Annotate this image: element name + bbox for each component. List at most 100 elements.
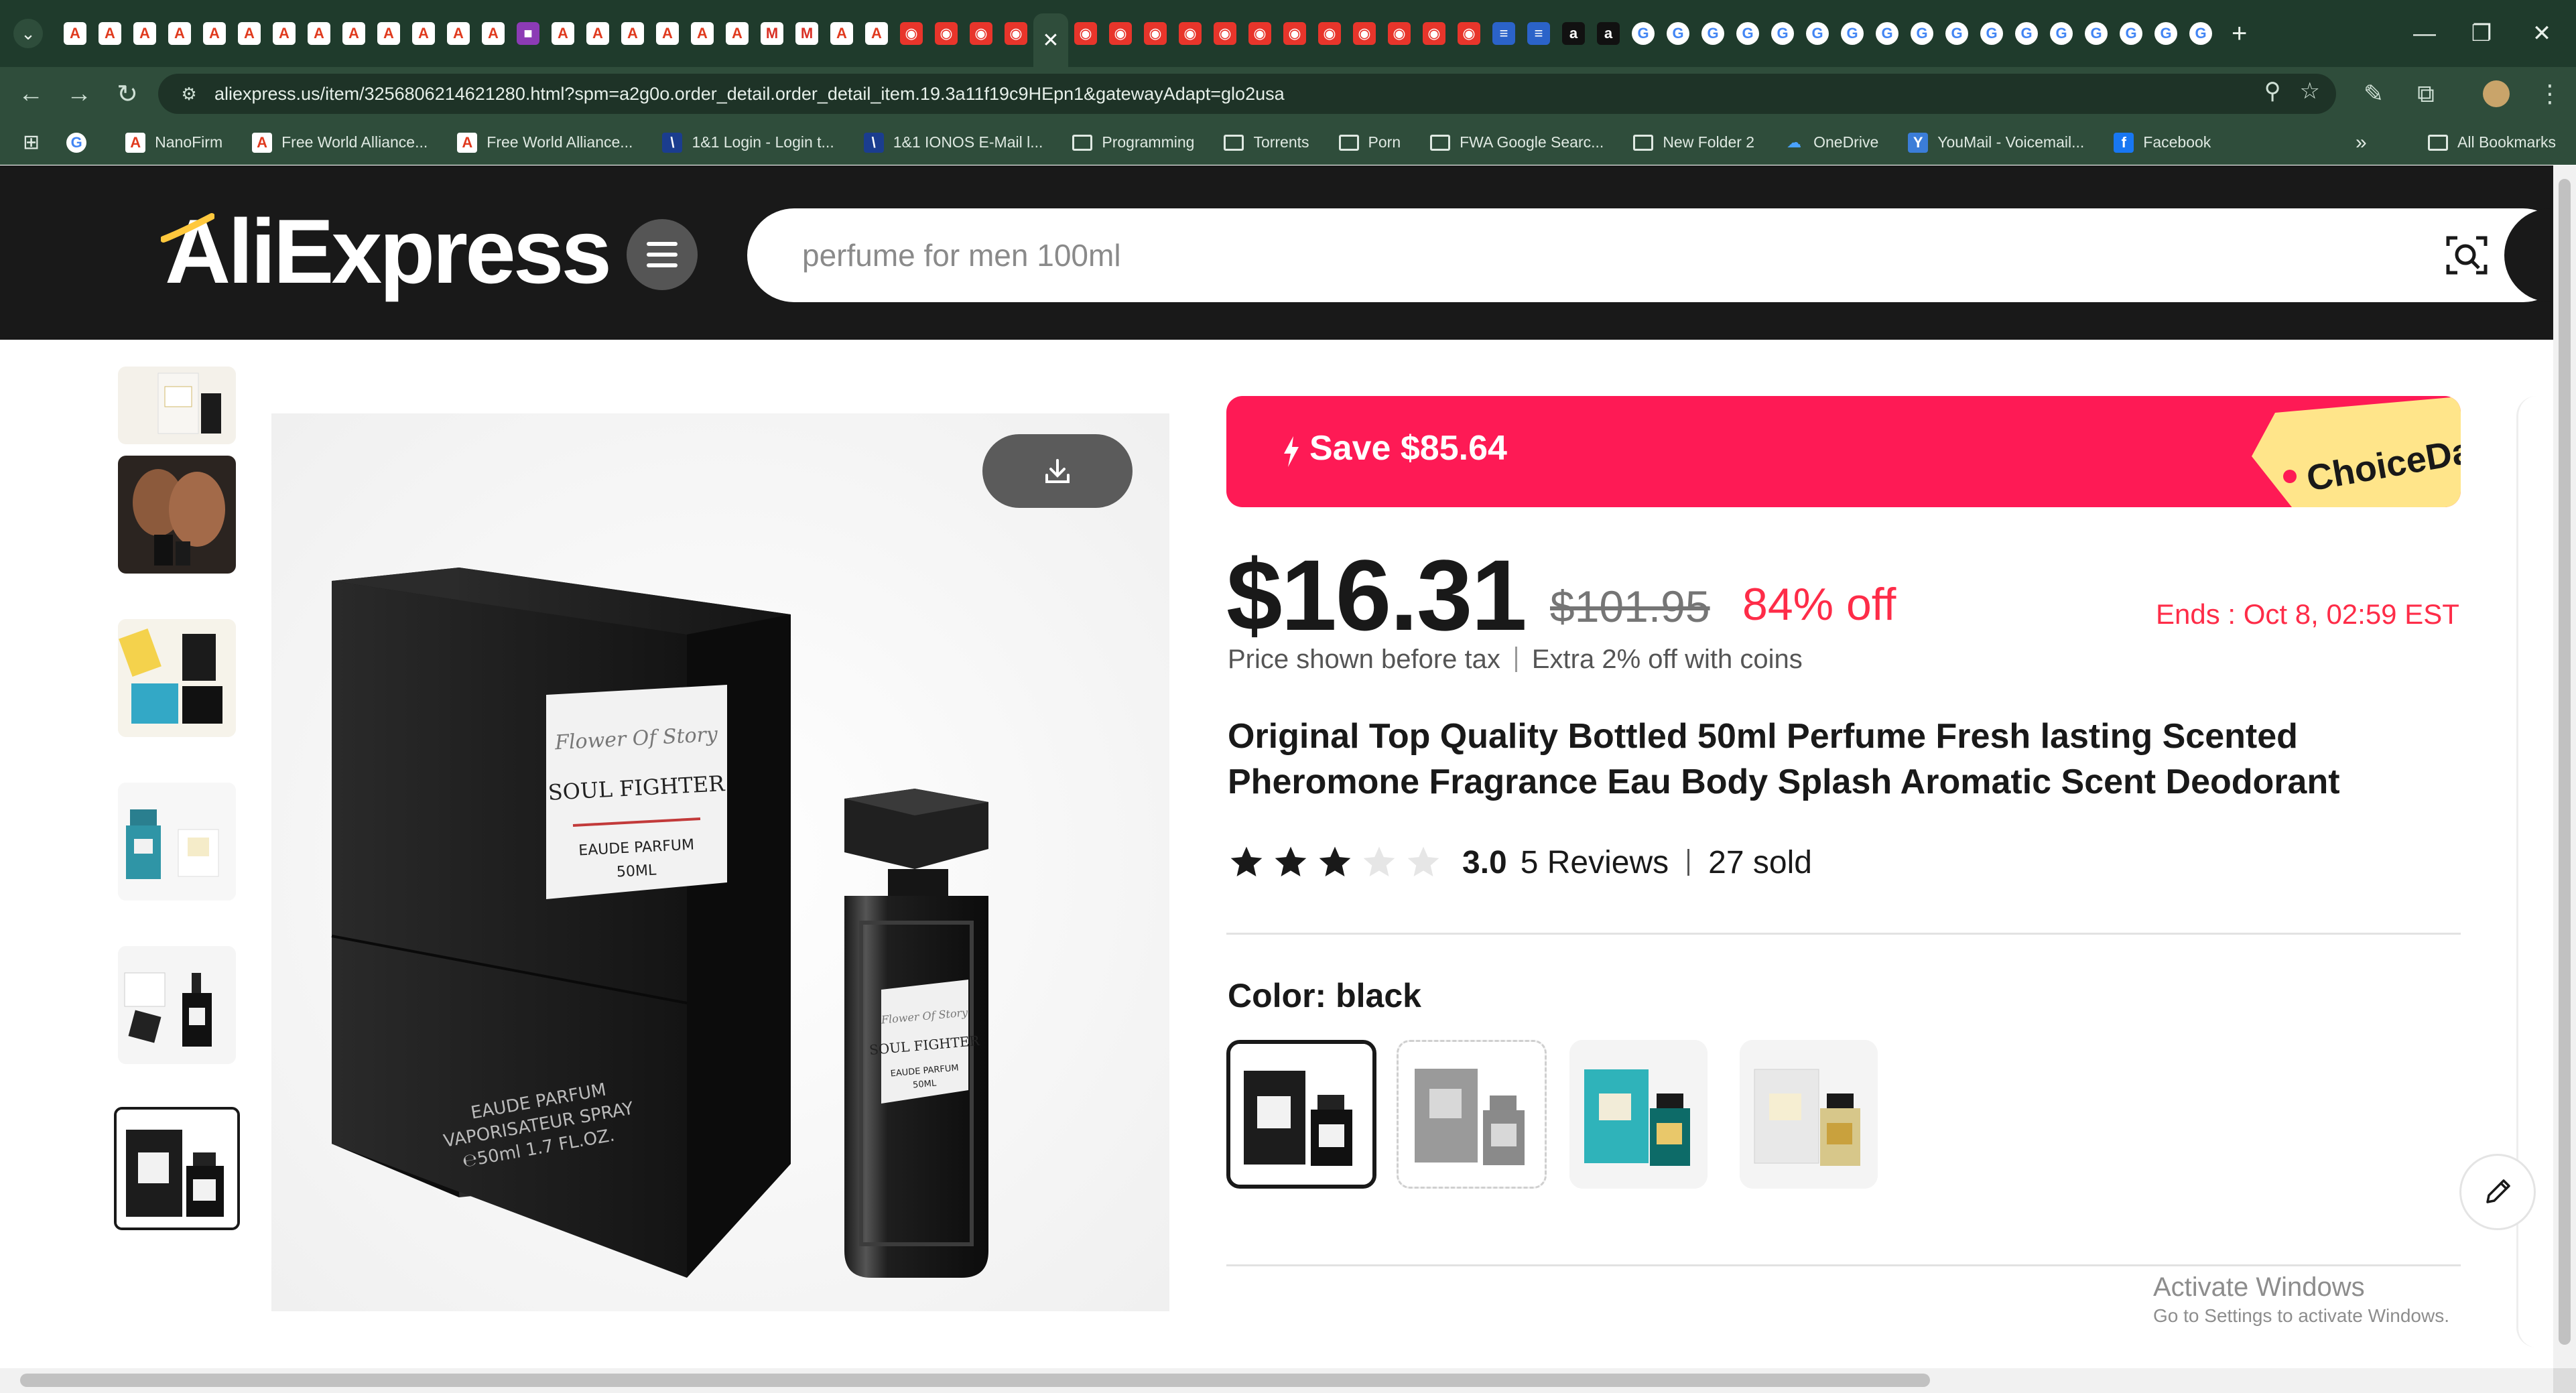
- browser-tab[interactable]: A: [302, 0, 336, 67]
- browser-tab[interactable]: A: [267, 0, 302, 67]
- bookmark-item[interactable]: New Folder 2: [1633, 133, 1754, 151]
- browser-tab[interactable]: ◉: [1103, 0, 1138, 67]
- browser-tab[interactable]: ◉: [1068, 0, 1103, 67]
- tab-search-button[interactable]: ⌄: [13, 19, 43, 48]
- browser-tab[interactable]: G: [2148, 0, 2183, 67]
- browser-tab[interactable]: ≡: [1521, 0, 1556, 67]
- browser-tab[interactable]: G: [1870, 0, 1905, 67]
- back-button[interactable]: ←: [7, 70, 55, 118]
- browser-tab[interactable]: A: [824, 0, 859, 67]
- reload-button[interactable]: ↻: [103, 70, 151, 118]
- browser-tab[interactable]: A: [545, 0, 580, 67]
- coins-note[interactable]: Extra 2% off with coins: [1532, 645, 1803, 674]
- browser-tab[interactable]: A: [859, 0, 894, 67]
- browser-tab[interactable]: G: [2079, 0, 2114, 67]
- browser-tab[interactable]: A: [336, 0, 371, 67]
- color-swatch-white[interactable]: [1740, 1040, 1878, 1189]
- browser-tab[interactable]: ◉: [1208, 0, 1242, 67]
- all-bookmarks-button[interactable]: All Bookmarks: [2428, 133, 2556, 151]
- bookmark-item[interactable]: f Facebook: [2114, 132, 2211, 153]
- browser-tab[interactable]: G: [1905, 0, 1939, 67]
- extension-pen-icon[interactable]: ✎: [2350, 67, 2397, 121]
- browser-tab[interactable]: A: [476, 0, 511, 67]
- bookmark-item[interactable]: A NanoFirm: [125, 132, 222, 153]
- image-search-icon[interactable]: [2444, 233, 2490, 278]
- thumbnail-3[interactable]: [118, 619, 236, 737]
- browser-tab[interactable]: ◉: [999, 0, 1033, 67]
- restore-button[interactable]: ❐: [2449, 0, 2514, 67]
- bookmark-item[interactable]: \ 1&1 IONOS E-Mail l...: [863, 132, 1043, 153]
- browser-tab[interactable]: A: [685, 0, 720, 67]
- bookmark-item[interactable]: \ 1&1 Login - Login t...: [662, 132, 834, 153]
- browser-tab[interactable]: G: [1730, 0, 1765, 67]
- browser-tab[interactable]: ■: [511, 0, 545, 67]
- browser-tab[interactable]: a: [1591, 0, 1626, 67]
- download-image-button[interactable]: [982, 434, 1133, 508]
- new-tab-button[interactable]: +: [2232, 19, 2247, 49]
- browser-tab[interactable]: A: [232, 0, 267, 67]
- browser-tab[interactable]: a: [1556, 0, 1591, 67]
- browser-tab[interactable]: A: [406, 0, 441, 67]
- browser-tab[interactable]: G: [1626, 0, 1661, 67]
- browser-tab[interactable]: G: [1835, 0, 1870, 67]
- bookmark-item[interactable]: G: [66, 132, 96, 153]
- browser-tab[interactable]: G: [2114, 0, 2148, 67]
- browser-tab[interactable]: A: [441, 0, 476, 67]
- browser-tab[interactable]: M: [789, 0, 824, 67]
- browser-tab[interactable]: A: [371, 0, 406, 67]
- browser-tab[interactable]: ◉: [1417, 0, 1452, 67]
- thumbnail-2[interactable]: [118, 456, 236, 574]
- category-menu-button[interactable]: [627, 219, 698, 290]
- bookmark-item[interactable]: A Free World Alliance...: [457, 132, 633, 153]
- apps-icon[interactable]: ⊞: [23, 131, 40, 154]
- zoom-icon[interactable]: ⚲: [2264, 78, 2281, 105]
- browser-tab[interactable]: A: [58, 0, 92, 67]
- browser-tab[interactable]: G: [1800, 0, 1835, 67]
- browser-menu-icon[interactable]: ⋮: [2526, 67, 2573, 121]
- bookmark-item[interactable]: ☁ OneDrive: [1784, 133, 1878, 153]
- browser-tab[interactable]: ≡: [1486, 0, 1521, 67]
- bookmark-star-icon[interactable]: ☆: [2300, 78, 2320, 105]
- reviews-link[interactable]: 5 Reviews: [1521, 844, 1669, 881]
- browser-tab[interactable]: A: [162, 0, 197, 67]
- browser-tab[interactable]: G: [2009, 0, 2044, 67]
- bookmark-item[interactable]: Y YouMail - Voicemail...: [1908, 132, 2084, 153]
- browser-tab[interactable]: ◉: [964, 0, 999, 67]
- browser-tab[interactable]: ◉: [1452, 0, 1486, 67]
- url-text[interactable]: aliexpress.us/item/3256806214621280.html…: [214, 84, 1285, 105]
- browser-tab[interactable]: A: [615, 0, 650, 67]
- extensions-icon[interactable]: ⧉: [2402, 67, 2449, 121]
- bookmark-item[interactable]: Porn: [1338, 133, 1401, 151]
- browser-tab[interactable]: A: [720, 0, 755, 67]
- bookmark-item[interactable]: FWA Google Searc...: [1430, 133, 1604, 151]
- bookmark-item[interactable]: Torrents: [1224, 133, 1309, 151]
- browser-tab[interactable]: ◉: [1312, 0, 1347, 67]
- browser-tab[interactable]: G: [2044, 0, 2079, 67]
- horizontal-scrollbar[interactable]: [0, 1368, 2553, 1393]
- bookmark-item[interactable]: A Free World Alliance...: [252, 132, 428, 153]
- browser-tab[interactable]: G: [2183, 0, 2218, 67]
- edit-floating-button[interactable]: [2459, 1154, 2536, 1230]
- browser-tab[interactable]: ◉: [1347, 0, 1382, 67]
- browser-tab[interactable]: G: [1695, 0, 1730, 67]
- minimize-button[interactable]: —: [2392, 0, 2457, 67]
- browser-tab[interactable]: A: [650, 0, 685, 67]
- color-swatch-black[interactable]: [1226, 1040, 1376, 1189]
- bookmark-item[interactable]: Programming: [1072, 133, 1194, 151]
- browser-tab[interactable]: ◉: [1242, 0, 1277, 67]
- thumbnail-1[interactable]: [118, 367, 236, 444]
- site-info-icon[interactable]: ⚙: [177, 82, 201, 106]
- thumbnail-5[interactable]: [118, 946, 236, 1064]
- thumbnail-6-selected[interactable]: [114, 1107, 240, 1230]
- vertical-scrollbar[interactable]: [2553, 165, 2576, 1368]
- browser-tab[interactable]: ◉: [1277, 0, 1312, 67]
- thumbnail-4[interactable]: [118, 783, 236, 901]
- browser-tab[interactable]: ◉: [1138, 0, 1173, 67]
- browser-tab[interactable]: ◉: [894, 0, 929, 67]
- browser-tab[interactable]: A: [580, 0, 615, 67]
- close-window-button[interactable]: ✕: [2510, 0, 2574, 67]
- more-bookmarks-button[interactable]: »: [2356, 131, 2367, 154]
- browser-tab[interactable]: A: [92, 0, 127, 67]
- browser-tab[interactable]: M: [755, 0, 789, 67]
- color-swatch-teal[interactable]: [1569, 1040, 1708, 1189]
